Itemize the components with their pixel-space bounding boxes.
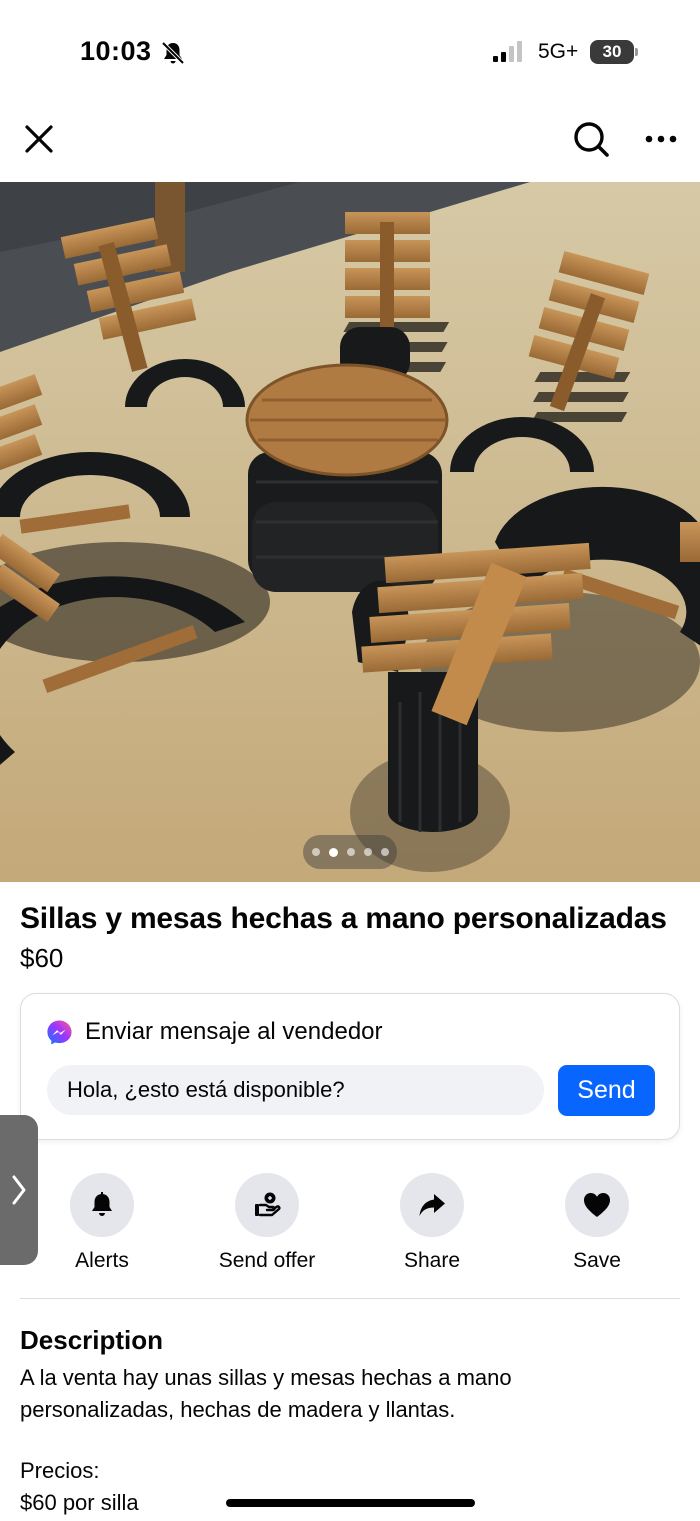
listing-price: $60 xyxy=(20,943,64,973)
photo-pagination[interactable] xyxy=(303,835,397,869)
pagination-dot[interactable] xyxy=(346,848,355,856)
pagination-dot[interactable] xyxy=(311,848,320,856)
top-nav xyxy=(0,100,700,182)
message-heading: Enviar mensaje al vendedor xyxy=(85,1018,383,1045)
send-offer-label: Send offer xyxy=(218,1249,316,1272)
status-time: 10:03 xyxy=(80,36,152,66)
alerts-button[interactable] xyxy=(70,1173,134,1237)
share-button[interactable] xyxy=(400,1173,464,1237)
pagination-dot[interactable] xyxy=(363,848,372,856)
divider xyxy=(20,1298,680,1299)
offer-icon xyxy=(255,1192,281,1217)
more-icon[interactable] xyxy=(640,120,682,158)
pagination-dot[interactable] xyxy=(380,848,389,856)
description-heading: Description xyxy=(20,1325,164,1355)
share-label: Share xyxy=(403,1249,461,1272)
bell-off-icon xyxy=(161,41,185,65)
send-offer-action[interactable]: Send offer xyxy=(202,1173,332,1273)
search-icon[interactable] xyxy=(570,118,612,160)
price-line: $60 por silla xyxy=(20,1490,139,1515)
close-icon[interactable] xyxy=(20,120,58,158)
send-offer-button[interactable] xyxy=(235,1173,299,1237)
listing-title: Sillas y mesas hechas a mano personaliza… xyxy=(20,902,667,935)
listing-photo[interactable] xyxy=(0,182,700,882)
description-body: A la venta hay unas sillas y mesas hecha… xyxy=(20,1365,512,1422)
bell-icon xyxy=(92,1192,112,1216)
share-icon xyxy=(419,1194,445,1216)
save-label: Save xyxy=(573,1249,621,1272)
side-panel-tab[interactable] xyxy=(0,1115,38,1265)
send-button[interactable]: Send xyxy=(558,1065,655,1116)
pagination-dot-active[interactable] xyxy=(328,847,338,857)
alerts-action[interactable]: Alerts xyxy=(37,1173,167,1273)
save-button[interactable] xyxy=(565,1173,629,1237)
alerts-label: Alerts xyxy=(75,1249,129,1272)
share-action[interactable]: Share xyxy=(367,1173,497,1273)
prices-label: Precios: xyxy=(20,1458,100,1483)
chevron-right-icon xyxy=(12,1175,26,1205)
battery-level: 30 xyxy=(602,42,622,61)
message-input[interactable] xyxy=(47,1065,544,1115)
heart-icon xyxy=(584,1193,610,1217)
battery-icon: 30 xyxy=(590,40,638,64)
save-action[interactable]: Save xyxy=(532,1173,662,1273)
home-indicator[interactable] xyxy=(226,1499,475,1507)
message-seller-card: Enviar mensaje al vendedor Send xyxy=(20,993,680,1140)
signal-icon xyxy=(493,41,522,62)
status-bar: 10:03 5G+ 30 xyxy=(0,0,700,100)
network-type: 5G+ xyxy=(538,40,579,63)
messenger-icon xyxy=(47,1020,72,1045)
